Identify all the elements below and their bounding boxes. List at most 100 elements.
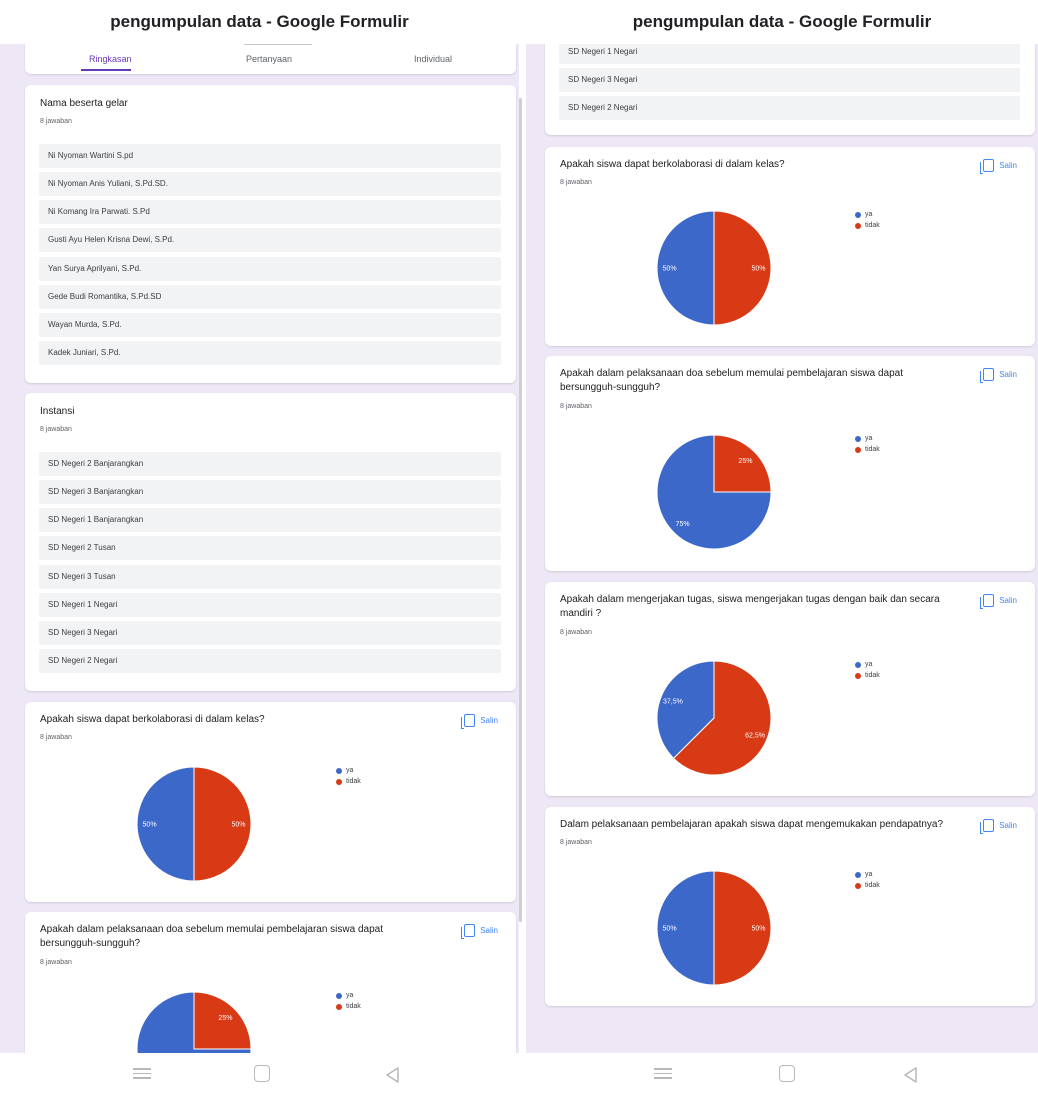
pie-label-tidak: 25%: [218, 1015, 232, 1022]
legend-item-ya: ya: [336, 990, 361, 1001]
legend-label: tidak: [865, 446, 880, 453]
question-title: Apakah dalam pelaksanaan doa sebelum mem…: [40, 923, 383, 951]
legend-dot-tidak: [336, 778, 342, 785]
legend-label: ya: [346, 767, 354, 774]
back-icon[interactable]: [901, 1065, 921, 1085]
response-item: Ni Nyoman Wartini S.pd: [39, 144, 501, 168]
question-card-kolaborasi: Apakah siswa dapat berkolaborasi di dala…: [25, 702, 516, 902]
chart-legend: ya tidak: [855, 869, 880, 891]
question-title: Apakah siswa dapat berkolaborasi di dala…: [560, 159, 785, 170]
pie-chart: 37,5% 62,5%: [656, 660, 772, 776]
app-title: pengumpulan data - Google Formulir: [526, 0, 1038, 44]
copy-button[interactable]: Salin: [980, 819, 1017, 834]
chart-legend: ya tidak: [336, 990, 361, 1012]
scrollbar[interactable]: [519, 98, 522, 922]
question-card-doa: Apakah dalam pelaksanaan doa sebelum mem…: [545, 356, 1035, 571]
copy-icon: [461, 924, 476, 939]
tab-active-indicator: [81, 69, 131, 71]
pie-label-tidak: 25%: [738, 458, 752, 465]
question-title: Apakah dalam pelaksanaan doa sebelum mem…: [560, 367, 903, 395]
question-title-line: Apakah dalam mengerjakan tugas, siswa me…: [560, 594, 940, 605]
system-nav-bar: [0, 1053, 519, 1097]
response-count: 8 jawaban: [40, 118, 72, 125]
response-item: Gusti Ayu Helen Krisna Dewi, S.Pd.: [39, 228, 501, 252]
question-title-line: mandiri ?: [560, 608, 602, 619]
question-title: Apakah dalam mengerjakan tugas, siswa me…: [560, 593, 940, 621]
copy-icon: [980, 819, 995, 834]
app-title: pengumpulan data - Google Formulir: [0, 0, 519, 44]
legend-item-tidak: tidak: [855, 670, 880, 681]
question-title: Dalam pelaksanaan pembelajaran apakah si…: [560, 819, 944, 830]
menu-icon[interactable]: [654, 1065, 674, 1085]
legend-dot-tidak: [336, 1003, 342, 1010]
pie-label-tidak: 62,5%: [745, 733, 765, 740]
pie-label-ya: 50%: [663, 266, 677, 273]
legend-label: ya: [865, 211, 873, 218]
response-item: SD Negeri 3 Tusan: [39, 565, 501, 589]
question-title-line: Apakah dalam pelaksanaan doa sebelum mem…: [560, 368, 903, 379]
legend-dot-tidak: [855, 672, 861, 679]
response-item: SD Negeri 2 Tusan: [39, 536, 501, 560]
legend-dot-ya: [336, 767, 342, 774]
copy-button[interactable]: Salin: [980, 159, 1017, 174]
pie-chart: 75% 25%: [656, 434, 772, 550]
legend-item-tidak: tidak: [336, 1001, 361, 1012]
tab-ringkasan[interactable]: Ringkasan: [89, 54, 132, 64]
legend-item-ya: ya: [855, 659, 880, 670]
legend-item-ya: ya: [336, 765, 361, 776]
copy-button[interactable]: Salin: [980, 368, 1017, 383]
question-title: Nama beserta gelar: [40, 98, 128, 109]
legend-item-tidak: tidak: [336, 776, 361, 787]
legend-item-ya: ya: [855, 433, 880, 444]
legend-label: tidak: [346, 778, 361, 785]
question-card-kolaborasi: Apakah siswa dapat berkolaborasi di dala…: [545, 147, 1035, 346]
copy-icon: [980, 594, 995, 609]
pie-label-ya: 75%: [676, 521, 690, 528]
system-nav-bar: [526, 1053, 1038, 1097]
copy-label: Salin: [999, 161, 1017, 170]
pie-label-tidak: 50%: [751, 926, 765, 933]
response-item: Yan Surya Aprilyani, S.Pd.: [39, 257, 501, 281]
response-item: SD Negeri 1 Banjarangkan: [39, 508, 501, 532]
pie-chart: 50% 50%: [656, 210, 772, 326]
response-item: SD Negeri 1 Negari: [39, 593, 501, 617]
legend-label: tidak: [865, 882, 880, 889]
response-item: SD Negeri 3 Banjarangkan: [39, 480, 501, 504]
legend-dot-ya: [855, 435, 861, 442]
home-icon[interactable]: [254, 1065, 270, 1082]
legend-item-tidak: tidak: [855, 880, 880, 891]
pie-label-ya: 37,5%: [663, 698, 683, 705]
menu-icon[interactable]: [133, 1065, 153, 1085]
response-item: SD Negeri 2 Negari: [559, 96, 1020, 120]
response-count: 8 jawaban: [40, 426, 72, 433]
copy-button[interactable]: Salin: [461, 924, 498, 939]
legend-label: ya: [865, 661, 873, 668]
legend-label: tidak: [865, 222, 880, 229]
question-card-tugas: Apakah dalam mengerjakan tugas, siswa me…: [545, 582, 1035, 796]
question-card-pendapat: Dalam pelaksanaan pembelajaran apakah si…: [545, 807, 1035, 1006]
response-item: Kadek Juniari, S.Pd.: [39, 341, 501, 365]
response-item: Wayan Murda, S.Pd.: [39, 313, 501, 337]
legend-item-ya: ya: [855, 869, 880, 880]
legend-dot-ya: [855, 211, 861, 218]
home-icon[interactable]: [779, 1065, 795, 1082]
copy-button[interactable]: Salin: [461, 714, 498, 729]
copy-button[interactable]: Salin: [980, 594, 1017, 609]
response-count: 8 jawaban: [560, 179, 592, 186]
question-card-nama: Nama beserta gelar 8 jawaban Ni Nyoman W…: [25, 85, 516, 383]
legend-label: ya: [346, 992, 354, 999]
tab-individual[interactable]: Individual: [414, 54, 452, 64]
legend-label: tidak: [865, 672, 880, 679]
right-screen: pengumpulan data - Google Formulir SD Ne…: [526, 0, 1038, 1097]
back-icon[interactable]: [383, 1065, 403, 1085]
left-screen: pengumpulan data - Google Formulir Ringk…: [0, 0, 519, 1097]
legend-label: tidak: [346, 1003, 361, 1010]
chart-legend: ya tidak: [336, 765, 361, 787]
tab-pertanyaan[interactable]: Pertanyaan: [246, 54, 292, 64]
copy-label: Salin: [999, 596, 1017, 605]
response-count: 8 jawaban: [560, 403, 592, 410]
response-item: SD Negeri 3 Negari: [39, 621, 501, 645]
copy-label: Salin: [480, 926, 498, 935]
legend-dot-ya: [855, 661, 861, 668]
response-count: 8 jawaban: [40, 959, 72, 966]
